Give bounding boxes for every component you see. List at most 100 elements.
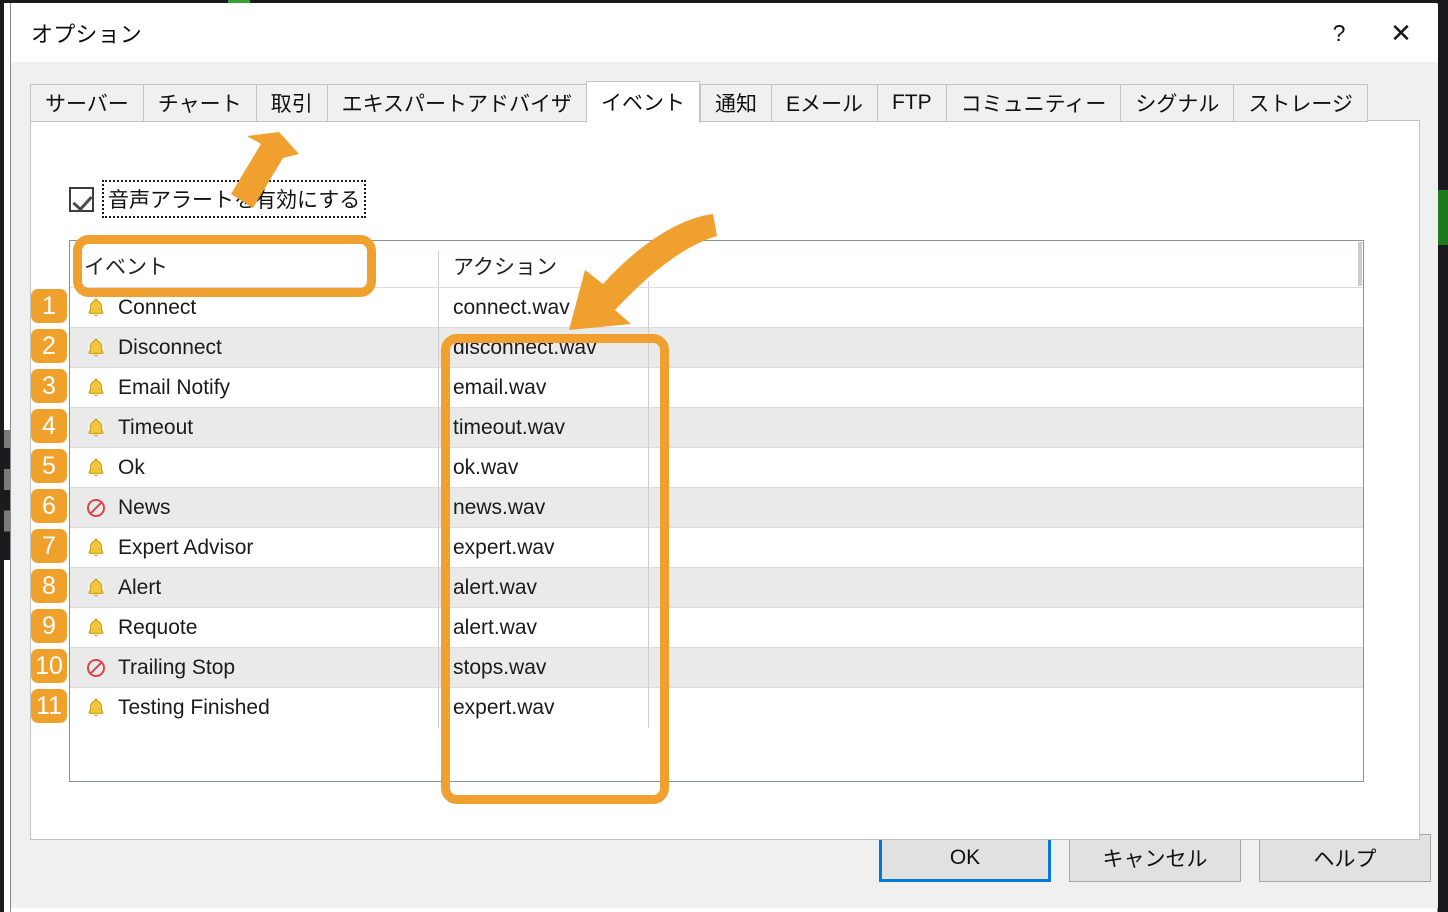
cell-event[interactable]: Ok [70,448,438,488]
cell-action[interactable]: timeout.wav [438,408,648,448]
cell-action[interactable]: ok.wav [438,448,648,488]
action-sound-label: disconnect.wav [453,336,597,360]
cell-event[interactable]: Disconnect [70,328,438,368]
cell-action[interactable]: disconnect.wav [438,328,648,368]
table-header-row: イベント アクション [70,241,1363,287]
table-row[interactable]: Alertalert.wav [70,567,1363,607]
table-row[interactable]: Disconnect disconnect.wav [70,327,1363,367]
action-sound-label: timeout.wav [453,416,565,440]
table-row[interactable]: News news.wav [70,487,1363,527]
bell-icon[interactable] [84,536,108,560]
tab-expert-advisors[interactable]: エキスパートアドバイザ [327,84,586,122]
annotation-badge: 1 [31,289,67,323]
help-button[interactable]: ヘルプ [1259,834,1431,882]
cell-action[interactable]: alert.wav [438,568,648,608]
column-header-event[interactable]: イベント [70,251,438,287]
table-row[interactable]: Requote alert.wav [70,607,1363,647]
cell-event[interactable]: Trailing Stop [70,648,438,688]
annotation-badge: 10 [31,649,67,683]
bell-icon[interactable] [84,336,108,360]
cell-event[interactable]: Alert [70,568,438,608]
cell-extra [648,448,1363,488]
tab-signals[interactable]: シグナル [1120,84,1233,122]
table-row[interactable]: Testing Finishedexpert.wav [70,687,1363,727]
tab-server[interactable]: サーバー [30,84,143,122]
tab-events[interactable]: イベント [586,81,700,123]
bell-icon[interactable] [84,296,108,320]
tab-storage[interactable]: ストレージ [1233,84,1368,122]
title-bar: オプション ? ✕ [11,4,1438,62]
annotation-badge: 2 [31,329,67,363]
table-row[interactable]: Expert Advisorexpert.wav [70,527,1363,567]
column-header-action[interactable]: アクション [438,251,648,287]
event-name-label: Trailing Stop [118,656,235,680]
window-edge-right-green-marker [1438,190,1448,245]
cell-extra [648,328,1363,368]
annotation-badge: 6 [31,489,67,523]
action-sound-label: news.wav [453,496,545,520]
ok-button[interactable]: OK [879,834,1051,882]
prohibited-icon[interactable] [84,656,108,680]
cell-action[interactable]: expert.wav [438,528,648,568]
cell-action[interactable]: news.wav [438,488,648,528]
cell-extra [648,648,1363,688]
cell-action[interactable]: expert.wav [438,688,648,728]
cell-extra [648,688,1363,728]
table-row[interactable]: Connectconnect.wav [70,287,1363,327]
close-icon[interactable]: ✕ [1370,11,1432,55]
event-name-label: Disconnect [118,336,222,360]
annotation-badge: 4 [31,409,67,443]
annotation-badge: 3 [31,369,67,403]
cell-event[interactable]: Requote [70,608,438,648]
column-header-extra [648,281,1363,287]
cell-event[interactable]: Connect [70,288,438,328]
tab-email[interactable]: Eメール [771,84,877,122]
cell-action[interactable]: alert.wav [438,608,648,648]
annotation-badge: 8 [31,569,67,603]
vertical-scrollbar[interactable] [1358,242,1362,286]
prohibited-icon[interactable] [84,496,108,520]
action-sound-label: stops.wav [453,656,546,680]
action-sound-label: email.wav [453,376,546,400]
enable-sound-alerts-checkbox[interactable] [69,187,94,212]
cell-action[interactable]: connect.wav [438,288,648,328]
table-row[interactable]: Ok ok.wav [70,447,1363,487]
cell-extra [648,368,1363,408]
table-row[interactable]: Timeout timeout.wav [70,407,1363,447]
tab-community[interactable]: コミュニティー [946,84,1121,122]
cell-event[interactable]: Email Notify [70,368,438,408]
page-title: オプション [31,17,142,49]
cell-event[interactable]: Expert Advisor [70,528,438,568]
bell-icon[interactable] [84,696,108,720]
event-name-label: Requote [118,616,197,640]
cell-action[interactable]: email.wav [438,368,648,408]
annotation-badge: 9 [31,609,67,643]
table-row[interactable]: Trailing Stop stops.wav [70,647,1363,687]
dialog-body: サーバー チャート 取引 エキスパートアドバイザ イベント 通知 Eメール FT… [11,62,1438,908]
tab-trade[interactable]: 取引 [256,84,327,122]
cell-action[interactable]: stops.wav [438,648,648,688]
enable-sound-alerts-row[interactable]: 音声アラートを有効にする [69,180,366,218]
tab-chart[interactable]: チャート [143,84,256,122]
action-sound-label: ok.wav [453,456,518,480]
enable-sound-alerts-label: 音声アラートを有効にする [102,180,366,218]
tab-notifications[interactable]: 通知 [700,84,771,122]
bell-icon[interactable] [84,616,108,640]
table-row[interactable]: Email Notify email.wav [70,367,1363,407]
bell-icon[interactable] [84,376,108,400]
dialog-footer: OK キャンセル ヘルプ [11,834,1438,886]
help-icon[interactable]: ? [1308,11,1370,55]
cell-event[interactable]: News [70,488,438,528]
cell-event[interactable]: Timeout [70,408,438,448]
bell-icon[interactable] [84,416,108,440]
bell-icon[interactable] [84,456,108,480]
cancel-button[interactable]: キャンセル [1069,834,1241,882]
cell-extra [648,288,1363,328]
bell-icon[interactable] [84,576,108,600]
table-empty-area [70,727,1363,782]
action-sound-label: alert.wav [453,616,537,640]
cell-extra [648,568,1363,608]
cell-event[interactable]: Testing Finished [70,688,438,728]
events-table[interactable]: イベント アクション Connectconnect.wav Disconnect d… [69,240,1364,782]
tab-ftp[interactable]: FTP [877,84,946,122]
